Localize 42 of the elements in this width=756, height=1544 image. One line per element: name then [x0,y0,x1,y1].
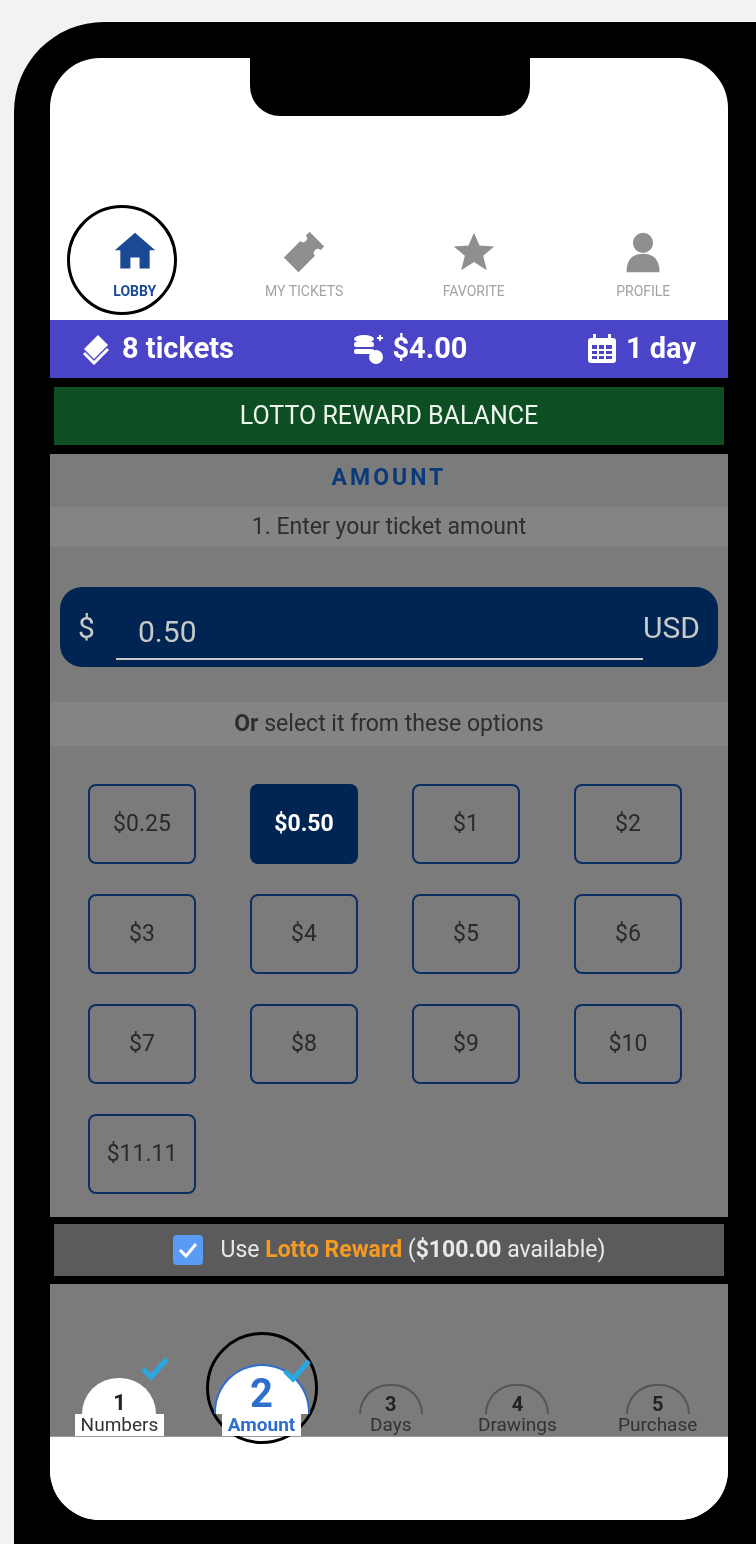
coins-icon [352,333,385,365]
nav-tab[interactable]: FAVORITE [389,205,559,320]
amount-option[interactable]: $4 [250,894,358,974]
amount-option[interactable]: $11.11 [88,1114,196,1194]
stat-text: 1 day [625,330,696,368]
nav-tab[interactable]: MY TICKETS [219,205,389,320]
step-number[interactable]: 1 [82,1378,157,1414]
step-label: Numbers [74,1414,165,1436]
amount-option[interactable]: $9 [412,1004,520,1084]
nav-tab[interactable]: PROFILE [558,205,728,320]
step-number[interactable]: 3 [358,1384,423,1414]
stat-text: $4.00 [392,330,468,368]
step-number[interactable]: 2 [213,1364,310,1414]
options-label: Or select it from these options [234,708,544,739]
amount-option[interactable]: $8 [250,1004,358,1084]
step-label: Days [369,1414,413,1436]
amount-option[interactable]: $7 [88,1004,196,1084]
currency-symbol: $ [78,608,96,647]
amount-option[interactable]: $0.25 [88,784,196,864]
stat-text: 8 tickets [122,330,235,368]
amount-option[interactable]: $6 [574,894,682,974]
section-title: AMOUNT [331,466,447,493]
currency-code: USD [643,608,700,647]
calendar-icon [585,333,618,365]
amount-option[interactable]: $2 [574,784,682,864]
ticket-icon [282,230,327,274]
nav-tab[interactable]: LOBBY [50,205,220,320]
checkbox[interactable] [172,1235,203,1265]
amount-option[interactable]: $5 [412,894,520,974]
step-label: Amount [221,1414,302,1436]
amount-option[interactable]: $3 [88,894,196,974]
step-number[interactable]: 4 [485,1384,550,1414]
amount-option[interactable]: $0.50 [250,784,358,864]
reward-label: Use Lotto Reward ($100.00 available) [220,1234,606,1265]
amount-option[interactable]: $10 [574,1004,682,1084]
amount-option[interactable]: $1 [412,784,520,864]
balance-banner: LOTTO REWARD BALANCE [54,387,724,445]
step-label: Purchase [617,1414,699,1436]
amount-field[interactable]: $ 0.50 USD [60,587,718,667]
instruction-text: 1. Enter your ticket amount [251,511,527,542]
step-label: Drawings [477,1414,558,1436]
step-number[interactable]: 5 [625,1384,690,1414]
